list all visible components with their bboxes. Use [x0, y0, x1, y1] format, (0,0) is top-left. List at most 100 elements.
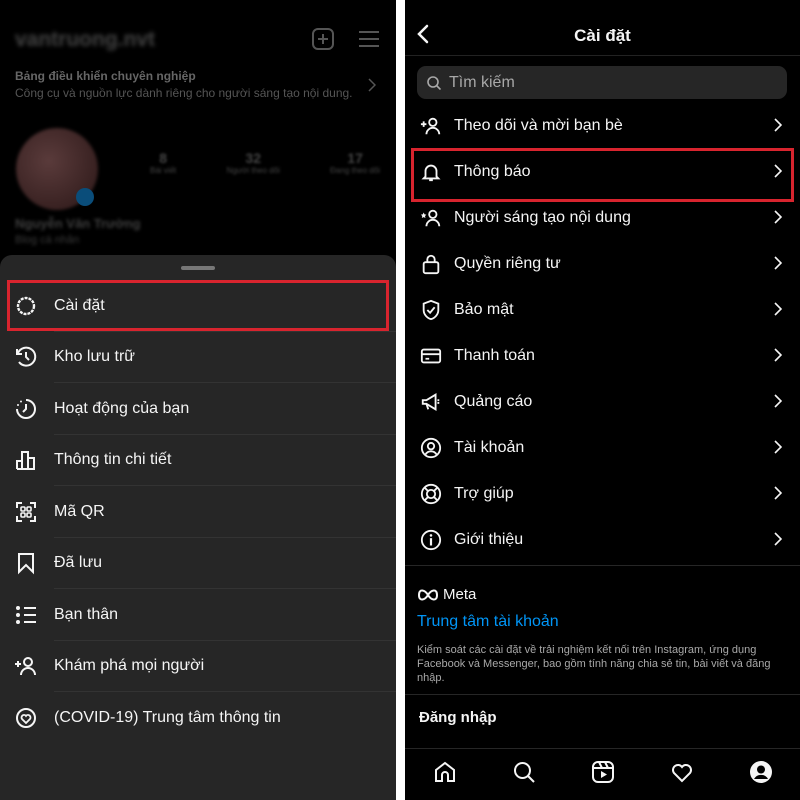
menu-item-label: Hoạt động của bạn [54, 399, 190, 417]
settings-item-6[interactable]: Thanh toán [405, 333, 800, 379]
card-icon [418, 343, 444, 369]
profile-stats: 8 Bài viết 32 Người theo dõi 17 Đang theo d… [150, 150, 380, 175]
covid-info-icon [12, 704, 40, 732]
menu-icon[interactable] [359, 30, 379, 48]
settings-item-label: Trợ giúp [454, 485, 514, 502]
stat-posts[interactable]: 8 Bài viết [150, 150, 176, 175]
tab-heart[interactable] [670, 760, 694, 789]
menu-item-label: (COVID-19) Trung tâm thông tin [54, 708, 281, 726]
chevron-right-icon [774, 302, 782, 316]
divider [405, 565, 800, 566]
new-post-icon[interactable] [312, 28, 334, 50]
profile-icon [749, 761, 772, 783]
add-person-icon [418, 113, 444, 139]
settings-item-label: Quảng cáo [454, 393, 533, 410]
settings-item-4[interactable]: Quyền riêng tư [405, 241, 800, 287]
menu-sheet: Cài đặt Kho lưu trữ Hoạt động của bạn Thông… [0, 255, 396, 800]
menu-item-7[interactable]: Bạn thân [0, 589, 396, 641]
settings-item-3[interactable]: Người sáng tạo nội dung [405, 195, 800, 241]
stat-label: Người theo dõi [226, 166, 280, 175]
stat-label: Bài viết [150, 166, 177, 175]
settings-item-label: Quyền riêng tư [454, 255, 561, 272]
menu-item-6[interactable]: Đã lưu [0, 538, 396, 589]
settings-item-9[interactable]: Trợ giúp [405, 471, 800, 517]
add-person-icon [12, 652, 40, 680]
archive-icon [12, 343, 40, 371]
tab-reels[interactable] [591, 760, 615, 789]
menu-item-8[interactable]: Khám phá mọi người [0, 641, 396, 692]
stat-value: 17 [347, 150, 363, 166]
insights-icon [12, 446, 40, 474]
tab-profile[interactable] [749, 760, 773, 789]
chevron-right-icon [774, 256, 782, 270]
settings-item-label: Theo dõi và mời bạn bè [454, 117, 623, 134]
profile-name: Nguyễn Văn Trường [15, 216, 141, 231]
accounts-center-link[interactable]: Trung tâm tài khoản [417, 613, 559, 631]
stat-value: 8 [159, 150, 168, 166]
professional-dashboard[interactable]: Bảng điều khiển chuyên nghiệp Công cụ và… [15, 68, 353, 102]
creator-icon [418, 205, 444, 231]
menu-item-4[interactable]: Thông tin chi tiết [0, 435, 396, 486]
settings-item-label: Giới thiệu [454, 531, 524, 548]
chevron-right-icon [368, 78, 376, 92]
chevron-right-icon [774, 532, 782, 546]
settings-item-10[interactable]: Giới thiệu [405, 517, 800, 563]
stat-followers[interactable]: 32 Người theo dõi [227, 150, 280, 175]
info-icon [418, 527, 444, 553]
chevron-right-icon [774, 440, 782, 454]
settings-screen: Cài đặt Tìm kiếm Theo dõi và mời bạn bè T… [405, 0, 800, 800]
page-title: Cài đặt [574, 26, 631, 45]
menu-item-9[interactable]: (COVID-19) Trung tâm thông tin [0, 692, 396, 744]
menu-item-label: Khám phá mọi người [54, 657, 205, 675]
chevron-right-icon [774, 118, 782, 132]
qr-code-icon [12, 498, 40, 526]
accounts-center-desc: Kiểm soát các cài đặt về trải nghiệm kết… [417, 644, 771, 684]
menu-item-label: Bạn thân [54, 605, 119, 623]
login-section-title: Đăng nhập [419, 709, 497, 726]
pro-dashboard-title: Bảng điều khiển chuyên nghiệp [15, 69, 196, 83]
settings-item-label: Bảo mật [454, 301, 514, 318]
stat-value: 32 [245, 150, 261, 166]
add-story-icon[interactable] [76, 188, 94, 206]
menu-item-label: Thông tin chi tiết [54, 451, 172, 469]
menu-item-5[interactable]: Mã QR [0, 486, 396, 538]
search-icon [513, 762, 535, 783]
username[interactable]: vantruong.nvt [15, 28, 155, 52]
meta-logo-icon [417, 589, 439, 600]
chevron-right-icon [774, 394, 782, 408]
stat-following[interactable]: 17 Đang theo dõi [330, 150, 380, 175]
highlight-box [411, 148, 794, 202]
settings-item-5[interactable]: Bảo mật [405, 287, 800, 333]
settings-item-label: Thanh toán [454, 347, 535, 364]
settings-item-label: Tài khoản [454, 439, 525, 456]
menu-item-label: Kho lưu trữ [54, 348, 136, 366]
menu-item-3[interactable]: Hoạt động của bạn [0, 383, 396, 435]
heart-icon [671, 764, 692, 783]
tab-home[interactable] [433, 760, 457, 789]
settings-item-1[interactable]: Theo dõi và mời bạn bè [405, 103, 800, 149]
settings-header: Cài đặt [405, 0, 800, 56]
chevron-right-icon [774, 486, 782, 500]
chevron-right-icon [774, 348, 782, 362]
reels-icon [591, 761, 614, 783]
tab-bar [405, 748, 800, 800]
stat-label: Đang theo dõi [330, 166, 380, 175]
shield-icon [418, 297, 444, 323]
menu-item-2[interactable]: Kho lưu trữ [0, 332, 396, 383]
account-icon [418, 435, 444, 461]
search-icon [427, 75, 441, 90]
activity-icon [12, 395, 40, 423]
close-friends-icon [12, 601, 40, 629]
profile-bio: Blog cá nhân [15, 234, 80, 246]
pro-dashboard-desc: Công cụ và nguồn lực dành riêng cho ngườ… [15, 86, 353, 100]
search-input[interactable]: Tìm kiếm [417, 66, 787, 99]
settings-item-7[interactable]: Quảng cáo [405, 379, 800, 425]
megaphone-icon [418, 389, 444, 415]
divider [405, 694, 800, 695]
meta-label: Meta [443, 586, 477, 603]
lock-icon [418, 251, 444, 277]
sheet-handle[interactable] [181, 266, 215, 270]
settings-item-label: Người sáng tạo nội dung [454, 209, 631, 226]
tab-search[interactable] [512, 760, 536, 789]
settings-item-8[interactable]: Tài khoản [405, 425, 800, 471]
